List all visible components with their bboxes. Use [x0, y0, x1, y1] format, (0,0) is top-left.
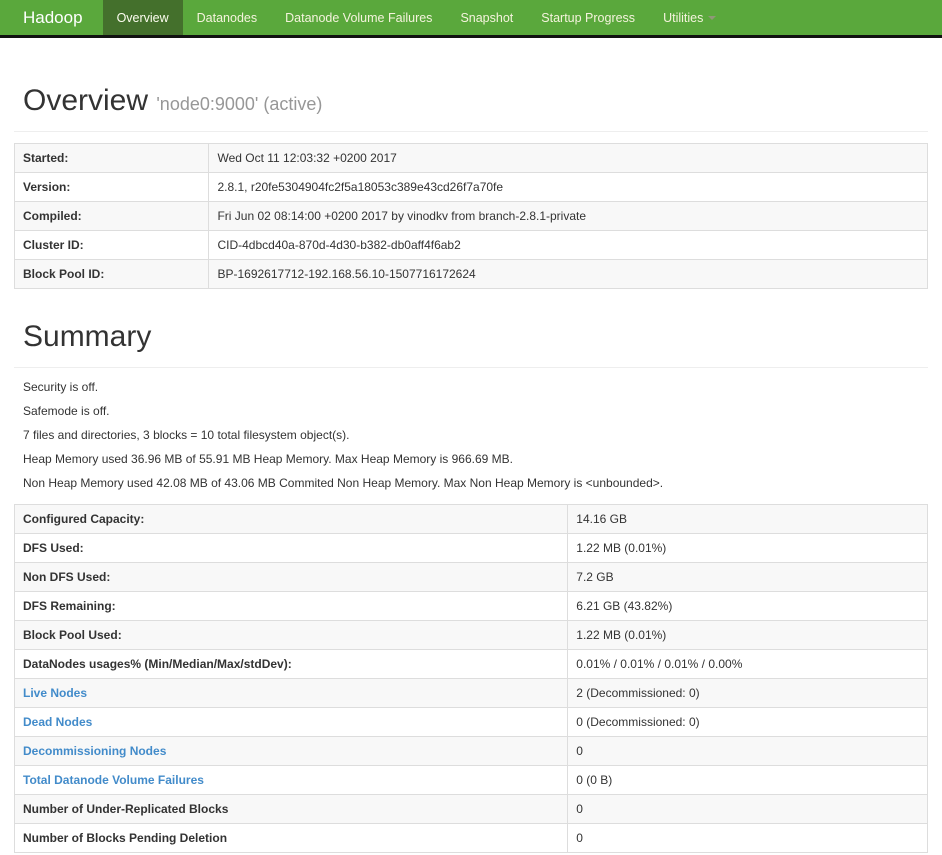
row-value-cluster-id: CID-4dbcd40a-870d-4d30-b382-db0aff4f6ab2 — [208, 230, 928, 260]
table-row-non-dfs-used: Non DFS Used: 7.2 GB — [13, 562, 928, 592]
overview-title-text: Overview — [23, 84, 149, 117]
summary-text-line: Heap Memory used 36.96 MB of 55.91 MB He… — [23, 452, 513, 466]
cluster-summary-table: Configured Capacity: 14.16 GB DFS Used: 1.2… — [13, 504, 928, 853]
row-label-block-pool-id: Block Pool ID: — [13, 259, 210, 289]
row-value-configured-capacity: 14.16 GB — [567, 504, 928, 534]
nav-tab-utilities[interactable]: Utilities — [649, 0, 730, 35]
table-row-compiled: Compiled: Fri Jun 02 08:14:00 +0200 2017 … — [13, 201, 928, 231]
row-label-dfs-used: DFS Used: — [13, 533, 569, 563]
table-row-cluster-id: Cluster ID: CID-4dbcd40a-870d-4d30-b382-d… — [13, 230, 928, 260]
table-row-live-nodes: Live Nodes 2 (Decommissioned: 0) — [13, 678, 928, 708]
row-label-version: Version: — [13, 172, 210, 202]
link-total-datanode-volume-failures[interactable]: Total Datanode Volume Failures — [23, 773, 204, 787]
row-value-number-of-blocks-pending-deletion: 0 — [567, 823, 928, 853]
row-label-total-datanode-volume-failures: Total Datanode Volume Failures — [13, 765, 569, 795]
table-row-block-pool-used: Block Pool Used: 1.22 MB (0.01%) — [13, 620, 928, 650]
link-decommissioning-nodes[interactable]: Decommissioning Nodes — [23, 744, 166, 758]
table-row-configured-capacity: Configured Capacity: 14.16 GB — [13, 504, 928, 534]
summary-title-text: Summary — [23, 320, 152, 353]
table-row-dead-nodes: Dead Nodes 0 (Decommissioned: 0) — [13, 707, 928, 737]
table-row-started: Started: Wed Oct 11 12:03:32 +0200 2017 — [13, 143, 928, 173]
namenode-info-table: Started: Wed Oct 11 12:03:32 +0200 2017 Ve… — [13, 143, 928, 289]
row-label-configured-capacity: Configured Capacity: — [13, 504, 569, 534]
table-row-dfs-remaining: DFS Remaining: 6.21 GB (43.82%) — [13, 591, 928, 621]
link-live-nodes[interactable]: Live Nodes — [23, 686, 87, 700]
summary-text-line: Non Heap Memory used 42.08 MB of 43.06 M… — [23, 476, 664, 490]
summary-text-line: Security is off. — [23, 380, 99, 394]
row-value-non-dfs-used: 7.2 GB — [567, 562, 928, 592]
row-value-started: Wed Oct 11 12:03:32 +0200 2017 — [208, 143, 928, 173]
nav-tab-overview[interactable]: Overview — [102, 0, 183, 35]
row-value-datanodes-usages-min-median-max-stddev: 0.01% / 0.01% / 0.01% / 0.00% — [567, 649, 928, 679]
row-value-dfs-used: 1.22 MB (0.01%) — [567, 533, 928, 563]
summary-paragraphs: Security is off. Safemode is off. 7 files … — [14, 381, 928, 490]
table-row-number-of-under-replicated-blocks: Number of Under-Replicated Blocks 0 — [13, 794, 928, 824]
row-value-compiled: Fri Jun 02 08:14:00 +0200 2017 by vinodk… — [208, 201, 928, 231]
nav-tab-startup-progress[interactable]: Startup Progress — [527, 0, 649, 35]
row-label-cluster-id: Cluster ID: — [13, 230, 210, 260]
row-value-decommissioning-nodes: 0 — [567, 736, 928, 766]
nav-tab-datanodes[interactable]: Datanodes — [183, 0, 271, 35]
row-label-dfs-remaining: DFS Remaining: — [13, 591, 569, 621]
row-value-block-pool-used: 1.22 MB (0.01%) — [567, 620, 928, 650]
nav-tab-datanode-volume-failures[interactable]: Datanode Volume Failures — [271, 0, 446, 35]
table-row-number-of-blocks-pending-deletion: Number of Blocks Pending Deletion 0 — [13, 823, 928, 853]
navbar-menu: Overview Datanodes Datanode Volume Failure… — [102, 0, 731, 35]
overview-page-title: Overview 'node0:9000' (active) — [14, 84, 928, 132]
row-label-datanodes-usages-min-median-max-stddev: DataNodes usages% (Min/Median/Max/stdDev… — [13, 649, 569, 679]
row-label-block-pool-used: Block Pool Used: — [13, 620, 569, 650]
caret-down-icon — [708, 15, 717, 20]
nav-tab-snapshot[interactable]: Snapshot — [446, 0, 527, 35]
link-dead-nodes[interactable]: Dead Nodes — [23, 715, 92, 729]
summary-section-title: Summary — [14, 320, 928, 368]
row-label-started: Started: — [13, 143, 210, 173]
table-row-total-datanode-volume-failures: Total Datanode Volume Failures 0 (0 B) — [13, 765, 928, 795]
table-row-block-pool-id: Block Pool ID: BP-1692617712-192.168.56.1… — [13, 259, 928, 289]
table-row-datanodes-usages-min-median-max-stddev: DataNodes usages% (Min/Median/Max/stdDev… — [13, 649, 928, 679]
row-label-compiled: Compiled: — [13, 201, 210, 231]
row-value-number-of-under-replicated-blocks: 0 — [567, 794, 928, 824]
table-row-dfs-used: DFS Used: 1.22 MB (0.01%) — [13, 533, 928, 563]
row-value-total-datanode-volume-failures: 0 (0 B) — [567, 765, 928, 795]
row-value-version: 2.8.1, r20fe5304904fc2f5a18053c389e43cd2… — [208, 172, 928, 202]
top-navbar: Hadoop Overview Datanodes Datanode Volume … — [0, 0, 942, 38]
summary-text-line: Safemode is off. — [23, 404, 110, 418]
hadoop-brand[interactable]: Hadoop — [0, 0, 103, 35]
summary-text-line: 7 files and directories, 3 blocks = 10 t… — [23, 428, 350, 442]
row-value-live-nodes: 2 (Decommissioned: 0) — [567, 678, 928, 708]
namenode-info-table-body: Started: Wed Oct 11 12:03:32 +0200 2017 Ve… — [13, 143, 928, 289]
row-value-block-pool-id: BP-1692617712-192.168.56.10-150771617262… — [208, 259, 928, 289]
row-label-live-nodes: Live Nodes — [13, 678, 569, 708]
main-content: Overview 'node0:9000' (active) Started: W… — [0, 84, 942, 853]
row-value-dead-nodes: 0 (Decommissioned: 0) — [567, 707, 928, 737]
row-label-decommissioning-nodes: Decommissioning Nodes — [13, 736, 569, 766]
cluster-summary-table-body: Configured Capacity: 14.16 GB DFS Used: 1.2… — [13, 504, 928, 853]
table-row-version: Version: 2.8.1, r20fe5304904fc2f5a18053c3… — [13, 172, 928, 202]
row-label-number-of-under-replicated-blocks: Number of Under-Replicated Blocks — [13, 794, 569, 824]
namenode-address-status: 'node0:9000' (active) — [156, 94, 323, 114]
row-value-dfs-remaining: 6.21 GB (43.82%) — [567, 591, 928, 621]
row-label-dead-nodes: Dead Nodes — [13, 707, 569, 737]
row-label-non-dfs-used: Non DFS Used: — [13, 562, 569, 592]
row-label-number-of-blocks-pending-deletion: Number of Blocks Pending Deletion — [13, 823, 569, 853]
table-row-decommissioning-nodes: Decommissioning Nodes 0 — [13, 736, 928, 766]
